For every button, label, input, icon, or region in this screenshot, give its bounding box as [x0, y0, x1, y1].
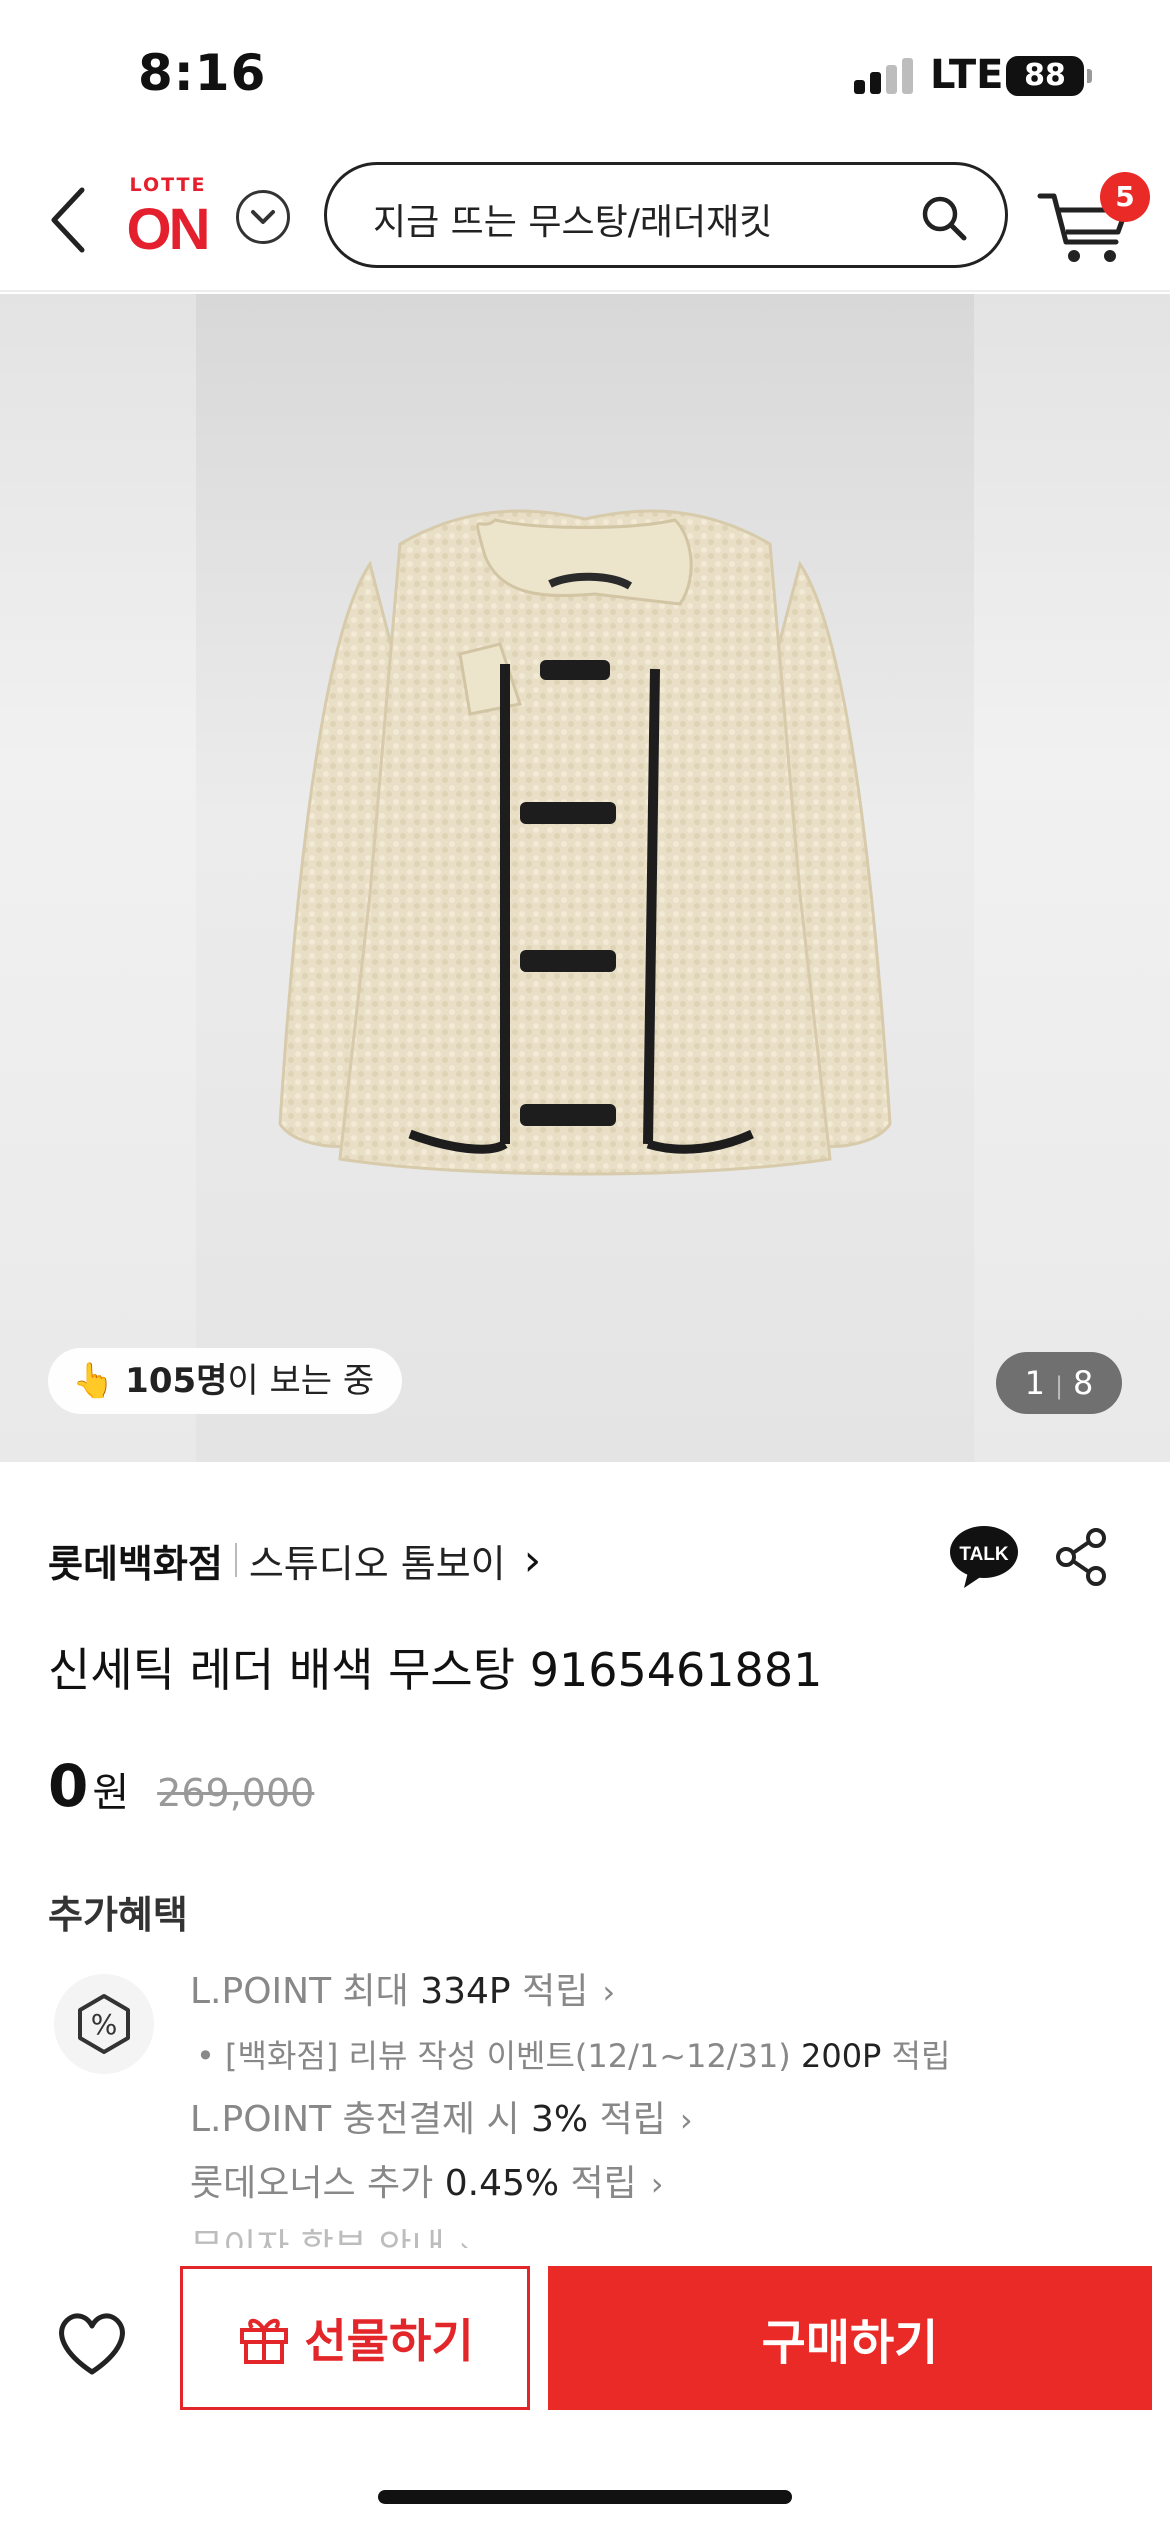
status-bar: 8:16 LTE 88	[0, 0, 1170, 150]
talk-chat-button[interactable]: TALK	[948, 1524, 1020, 1590]
chevron-down-icon	[251, 210, 275, 224]
logo-top-text: LOTTE	[129, 174, 207, 196]
buy-button[interactable]: 구매하기	[548, 2266, 1152, 2410]
brand-row[interactable]: 롯데백화점 스튜디오 톰보이 ›	[48, 1530, 541, 1590]
chevron-right-icon: ›	[650, 2165, 664, 2203]
benefit-item[interactable]: L.POINT 최대 334P 적립 ›	[190, 1960, 1130, 2024]
sale-price: 0	[48, 1752, 89, 1820]
chevron-right-icon: ›	[523, 1534, 542, 1586]
brand-divider	[234, 1543, 237, 1577]
search-icon[interactable]	[921, 195, 967, 241]
price-unit: 원	[92, 1770, 130, 1816]
talk-icon: TALK	[950, 1526, 1018, 1588]
page-separator: |	[1054, 1372, 1064, 1400]
thumbs-up-icon: 👆	[72, 1361, 115, 1401]
wishlist-button[interactable]	[52, 2304, 132, 2384]
benefits-title: 추가혜택	[48, 1893, 188, 1937]
lotte-on-logo[interactable]: LOTTE ON	[118, 174, 216, 262]
battery-icon: 88	[1006, 56, 1084, 96]
gift-icon	[240, 2318, 289, 2364]
chevron-right-icon: ›	[602, 1973, 616, 2011]
service-dropdown-button[interactable]	[236, 190, 290, 244]
product-image-carousel[interactable]: 👆 105명이 보는 중 1 | 8	[0, 294, 1170, 1462]
search-placeholder: 지금 뜨는 무스탕/래더재킷	[373, 202, 773, 243]
chevron-right-icon: ›	[458, 2229, 472, 2248]
benefit-item[interactable]: L.POINT 충전결제 시 3% 적립 ›	[190, 2088, 1130, 2152]
logo-main-text: ON	[126, 197, 211, 262]
cart-count-badge: 5	[1100, 172, 1150, 222]
product-image	[278, 509, 892, 1176]
buy-label: 구매하기	[761, 2315, 939, 2371]
chevron-right-icon: ›	[679, 2101, 693, 2139]
cart-button[interactable]: 5	[1034, 170, 1150, 270]
heart-icon	[59, 2313, 125, 2375]
search-input[interactable]: 지금 뜨는 무스탕/래더재킷	[324, 162, 1008, 268]
back-button[interactable]	[40, 180, 102, 260]
home-indicator[interactable]	[378, 2490, 792, 2504]
app-header: LOTTE ON 지금 뜨는 무스탕/래더재킷 5	[0, 150, 1170, 292]
price-row: 0 원 269,000	[48, 1752, 314, 1822]
talk-label: TALK	[959, 1544, 1009, 1565]
page-current: 1	[1024, 1364, 1045, 1402]
svg-text:%: %	[91, 2008, 118, 2041]
gift-button[interactable]: 선물하기	[180, 2266, 530, 2410]
benefit-item[interactable]: 무이자 할부 안내 ›	[190, 2216, 1130, 2248]
product-title: 신세틱 레더 배색 무스탕 9165461881	[48, 1643, 823, 1697]
benefit-item[interactable]: 롯데오너스 추가 0.45% 적립 ›	[190, 2152, 1130, 2216]
signal-icon	[854, 58, 916, 94]
benefit-sub-item: • [백화점] 리뷰 작성 이벤트(12/1~12/31) 200P 적립	[196, 2037, 951, 2075]
shop-name[interactable]: 스튜디오 톰보이	[249, 1533, 506, 1588]
viewer-count-badge: 👆 105명이 보는 중	[48, 1348, 403, 1414]
benefit-list: L.POINT 최대 334P 적립 › • [백화점] 리뷰 작성 이벤트(12…	[190, 1960, 1130, 2248]
brand-name[interactable]: 롯데백화점	[48, 1533, 223, 1588]
image-page-indicator: 1 | 8	[996, 1352, 1122, 1414]
percent-badge-icon: %	[78, 1994, 130, 2054]
network-label: LTE	[930, 52, 1004, 98]
original-price: 269,000	[157, 1771, 315, 1815]
benefit-percent-icon: %	[54, 1974, 154, 2074]
viewer-count-suffix: 이 보는 중	[227, 1361, 375, 1401]
chevron-left-icon	[51, 187, 85, 253]
viewer-count: 105명	[125, 1361, 228, 1401]
gift-label: 선물하기	[304, 2314, 474, 2368]
share-button[interactable]	[1054, 1526, 1110, 1588]
battery-tip	[1087, 69, 1092, 83]
page-total: 8	[1073, 1364, 1094, 1402]
share-icon	[1056, 1528, 1106, 1586]
status-time: 8:16	[138, 44, 267, 102]
